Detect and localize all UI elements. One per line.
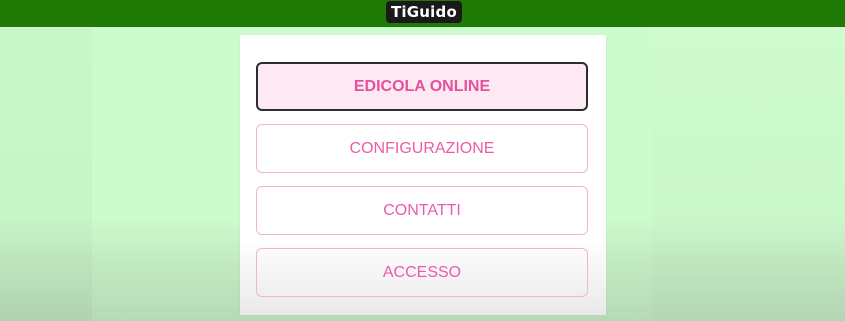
menu-button-configurazione[interactable]: CONFIGURAZIONE: [256, 124, 588, 173]
menu-button-edicola-online[interactable]: EDICOLA ONLINE: [256, 62, 588, 111]
menu-button-contatti[interactable]: CONTATTI: [256, 186, 588, 235]
main-menu: EDICOLA ONLINE CONFIGURAZIONE CONTATTI A…: [240, 35, 606, 315]
page-background-left: [0, 27, 92, 321]
page-background-right: [652, 27, 845, 321]
top-bar: TiGuido: [0, 0, 845, 27]
menu-button-accesso[interactable]: ACCESSO: [256, 248, 588, 297]
site-logo[interactable]: TiGuido: [386, 1, 462, 23]
